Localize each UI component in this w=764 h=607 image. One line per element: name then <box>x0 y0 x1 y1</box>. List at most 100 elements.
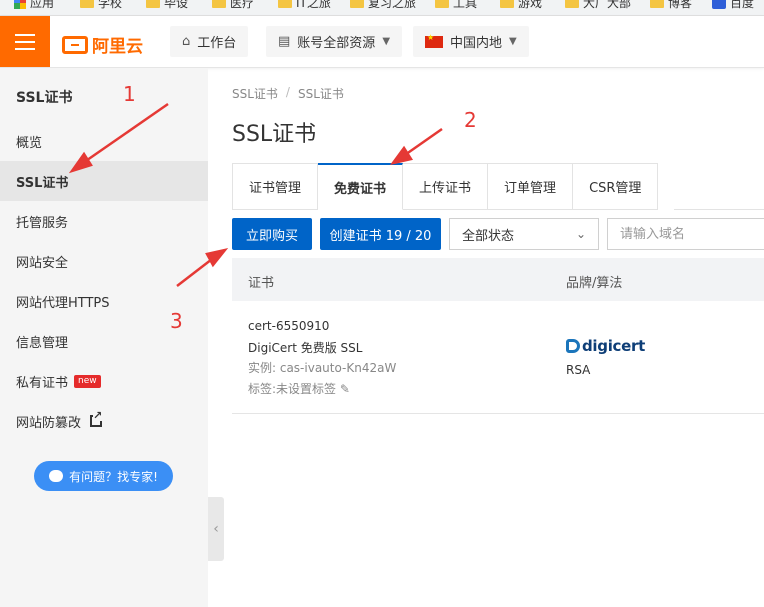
tab-order-management[interactable]: 订单管理 <box>488 163 574 210</box>
column-header-brand-algorithm: 品牌/算法 <box>566 276 623 291</box>
sidebar-item-label: 信息管理 <box>16 335 69 351</box>
aliyun-logo-icon <box>62 35 88 54</box>
tab-divider <box>674 209 764 210</box>
column-header-certificate: 证书 <box>248 276 275 291</box>
bookmark-folder[interactable]: 学校 <box>80 0 122 11</box>
sidebar-item-label: 概览 <box>16 135 43 151</box>
sidebar-item-website-security[interactable]: 网站安全 <box>0 241 208 281</box>
external-link-icon <box>90 410 103 427</box>
bookmark-apps[interactable]: 应用 <box>14 0 54 11</box>
chat-bubble-icon <box>49 470 64 482</box>
aliyun-logo[interactable]: 阿里云 <box>62 32 143 57</box>
bookmark-folder[interactable]: 医疗 <box>212 0 254 11</box>
workbench-label: 工作台 <box>197 36 237 51</box>
bookmark-folder[interactable]: 游戏 <box>500 0 542 11</box>
sidebar-item-managed-service[interactable]: 托管服务 <box>0 201 208 241</box>
annotation-arrowhead-2 <box>390 145 414 165</box>
chevron-down-icon: ▼ <box>382 36 391 47</box>
region-label: 中国内地 <box>450 36 503 51</box>
digicert-logo-icon <box>566 339 580 353</box>
ask-expert-label: 有问题？找专家! <box>69 469 158 484</box>
tab-upload-certificate[interactable]: 上传证书 <box>403 163 489 210</box>
china-flag-icon <box>425 33 443 48</box>
workbench-button[interactable]: ⌂ 工作台 <box>170 26 249 57</box>
bookmark-folder[interactable]: 复习之旅 <box>350 0 416 11</box>
tab-certificate-management[interactable]: 证书管理 <box>232 163 319 210</box>
certificate-product: DigiCert 免费版 SSL <box>248 341 363 355</box>
status-filter-select[interactable]: 全部状态 ⌄ <box>449 218 599 250</box>
status-filter-value: 全部状态 <box>462 228 515 244</box>
tab-csr-management[interactable]: CSR管理 <box>573 163 659 210</box>
menu-line <box>15 33 35 36</box>
folder-icon <box>650 0 664 8</box>
create-certificate-button[interactable]: 创建证书 19 / 20 <box>320 218 441 250</box>
folder-icon <box>565 0 579 8</box>
certificate-tags: 标签:未设置标签 ✎ <box>248 380 350 397</box>
folder-icon <box>212 0 226 8</box>
account-resources-label: 账号全部资源 <box>297 36 376 51</box>
breadcrumb-item[interactable]: SSL证书 <box>232 85 278 102</box>
edit-pencil-icon[interactable]: ✎ <box>340 382 350 396</box>
annotation-label-2: 2 <box>464 108 477 132</box>
menu-line <box>15 47 35 50</box>
sidebar-item-private-certificate[interactable]: 私有证书 new <box>0 361 208 401</box>
top-header: 阿里云 ⌂ 工作台 ▤ 账号全部资源 ▼ 中国内地 ▼ <box>0 16 764 68</box>
chevron-down-icon: ▼ <box>509 36 517 47</box>
breadcrumb-item: SSL证书 <box>297 87 344 101</box>
tags-label: 标签:未设置标签 <box>248 382 337 396</box>
ask-expert-button[interactable]: 有问题？找专家! <box>34 461 173 491</box>
sidebar-title: SSL证书 <box>16 90 73 106</box>
annotation-label-3: 3 <box>170 309 183 333</box>
annotation-label-1: 1 <box>123 82 136 106</box>
table-row: cert-6550910 DigiCert 免费版 SSL 实例: cas-iv… <box>232 301 764 414</box>
sidebar-item-label: 网站代理HTTPS <box>16 295 110 311</box>
sidebar-collapse-toggle[interactable]: ‹ <box>208 497 224 561</box>
certificate-instance: 实例: cas-ivauto-Kn42aW <box>248 361 397 375</box>
bookmark-baidu[interactable]: 百度 <box>712 0 754 11</box>
bookmark-folder[interactable]: IT之旅 <box>278 0 331 11</box>
sidebar-item-label: 网站安全 <box>16 255 69 271</box>
certificate-name[interactable]: cert-6550910 <box>248 319 329 333</box>
bookmark-folder[interactable]: 博客 <box>650 0 692 11</box>
domain-search-input[interactable] <box>607 218 764 250</box>
apps-icon <box>14 0 26 9</box>
table-header: 证书 品牌/算法 <box>232 258 764 301</box>
bookmarks-bar: 应用 学校 毕设 医疗 IT之旅 复习之旅 工具 游戏 大厂大部 博客 百度 <box>0 0 764 16</box>
folder-icon <box>350 0 364 8</box>
brand-name: digicert <box>582 337 645 355</box>
region-dropdown[interactable]: 中国内地 ▼ <box>413 26 529 57</box>
sidebar-item-label: 托管服务 <box>16 215 69 231</box>
sidebar-item-label: 私有证书 <box>16 375 69 391</box>
hamburger-menu-button[interactable] <box>0 16 50 67</box>
algorithm-label: RSA <box>566 363 591 377</box>
folder-icon <box>146 0 160 8</box>
new-badge: new <box>74 374 101 388</box>
folder-icon <box>435 0 449 8</box>
menu-line <box>15 40 35 43</box>
folder-icon <box>278 0 292 8</box>
baidu-icon <box>712 0 726 9</box>
bookmark-folder[interactable]: 工具 <box>435 0 477 11</box>
breadcrumb-separator: / <box>285 85 290 99</box>
page-title: SSL证书 <box>232 122 317 147</box>
annotation-arrowhead-3 <box>205 248 229 268</box>
annotation-arrow-2 <box>401 127 443 159</box>
account-resources-dropdown[interactable]: ▤ 账号全部资源 ▼ <box>266 26 403 57</box>
folder-icon <box>500 0 514 8</box>
digicert-logo: digicert <box>566 337 645 355</box>
home-icon: ⌂ <box>182 34 191 49</box>
folder-icon <box>80 0 94 8</box>
sidebar-item-label: SSL证书 <box>16 175 69 191</box>
list-icon: ▤ <box>278 34 291 49</box>
tab-bar: 证书管理 免费证书 上传证书 订单管理 CSR管理 <box>232 163 659 210</box>
chevron-down-icon: ⌄ <box>575 227 586 241</box>
sidebar-item-overview[interactable]: 概览 <box>0 121 208 161</box>
sidebar-item-website-tamper-protection[interactable]: 网站防篡改 <box>0 401 208 441</box>
buy-now-button[interactable]: 立即购买 <box>232 218 312 250</box>
tab-free-certificate[interactable]: 免费证书 <box>318 163 404 210</box>
bookmark-folder[interactable]: 大厂大部 <box>565 0 631 11</box>
sidebar-item-ssl-certificate[interactable]: SSL证书 <box>0 161 208 201</box>
bookmark-folder[interactable]: 毕设 <box>146 0 188 11</box>
sidebar: SSL证书 概览 SSL证书 托管服务 网站安全 网站代理HTTPS 信息管理 … <box>0 68 208 607</box>
sidebar-item-label: 网站防篡改 <box>16 415 82 431</box>
